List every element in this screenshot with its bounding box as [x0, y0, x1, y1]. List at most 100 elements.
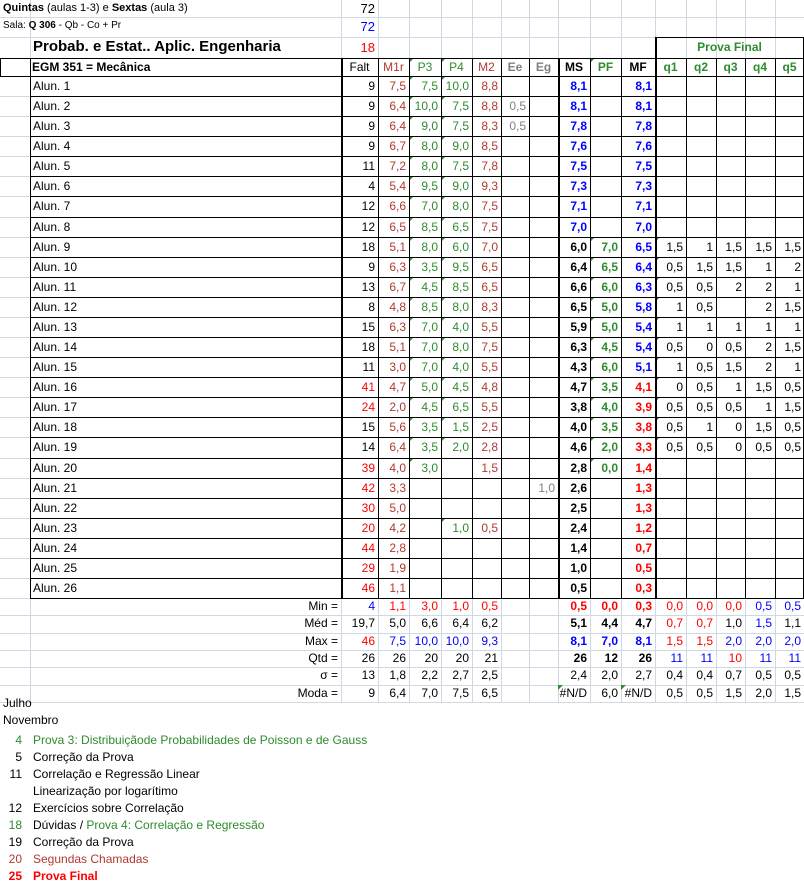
- m1r-cell[interactable]: 1,1: [378, 578, 409, 598]
- absences-cell[interactable]: 9: [341, 116, 378, 136]
- column-header-ms[interactable]: MS: [558, 58, 590, 76]
- stat-pf[interactable]: 0,0: [590, 598, 621, 615]
- eg-cell[interactable]: [529, 518, 558, 538]
- p4-cell[interactable]: 4,5: [441, 377, 472, 397]
- p4-cell[interactable]: [441, 498, 472, 518]
- column-header-q1[interactable]: q1: [655, 58, 686, 76]
- q4-cell[interactable]: 1,5: [745, 237, 775, 257]
- q1-cell[interactable]: [655, 558, 686, 578]
- q4-cell[interactable]: 1: [745, 257, 775, 277]
- column-header-p4[interactable]: P4: [441, 58, 472, 76]
- mf-cell[interactable]: 4,1: [621, 377, 655, 397]
- stat-m1r[interactable]: 1,1: [378, 598, 409, 615]
- ms-cell[interactable]: 7,3: [558, 176, 590, 196]
- column-header-falt[interactable]: Falt: [341, 58, 378, 76]
- stat-q2[interactable]: 0,4: [686, 667, 716, 684]
- stat-m2[interactable]: 2,5: [472, 667, 501, 684]
- q4-cell[interactable]: [745, 116, 775, 136]
- column-header-pf[interactable]: PF: [590, 58, 621, 76]
- pf-cell[interactable]: 4,5: [590, 337, 621, 357]
- column-header-eg[interactable]: Eg: [529, 58, 558, 76]
- ee-cell[interactable]: [501, 277, 529, 297]
- q2-cell[interactable]: [686, 156, 716, 176]
- ee-cell[interactable]: [501, 578, 529, 598]
- m1r-cell[interactable]: 4,8: [378, 297, 409, 317]
- q4-cell[interactable]: [745, 498, 775, 518]
- stat-label[interactable]: Min =: [30, 598, 341, 615]
- mf-cell[interactable]: 0,5: [621, 558, 655, 578]
- q3-cell[interactable]: [716, 76, 745, 96]
- ms-cell[interactable]: 6,5: [558, 297, 590, 317]
- stat-m1r[interactable]: 7,5: [378, 633, 409, 650]
- ee-cell[interactable]: [501, 478, 529, 498]
- q2-cell[interactable]: [686, 96, 716, 116]
- q3-cell[interactable]: [716, 498, 745, 518]
- absences-cell[interactable]: 11: [341, 156, 378, 176]
- stat-q5[interactable]: 11: [775, 650, 804, 667]
- pf-cell[interactable]: [590, 156, 621, 176]
- stat-q4[interactable]: 11: [745, 650, 775, 667]
- ms-cell[interactable]: 6,4: [558, 257, 590, 277]
- stat-q3[interactable]: 0,7: [716, 667, 745, 684]
- stat-mf[interactable]: 0,3: [621, 598, 655, 615]
- stat-p3[interactable]: 2,2: [409, 667, 441, 684]
- stat-m2[interactable]: 9,3: [472, 633, 501, 650]
- spreadsheet[interactable]: Quintas (aulas 1-3) e Sextas (aula 3) 72 S…: [0, 0, 804, 886]
- m1r-cell[interactable]: 6,3: [378, 257, 409, 277]
- m1r-cell[interactable]: 4,2: [378, 518, 409, 538]
- q2-cell[interactable]: 1: [686, 417, 716, 437]
- schedule-day[interactable]: 20: [0, 852, 22, 866]
- stat-p4[interactable]: 10,0: [441, 633, 472, 650]
- eg-cell[interactable]: [529, 237, 558, 257]
- stat-q5[interactable]: 2,0: [775, 633, 804, 650]
- q3-cell[interactable]: [716, 578, 745, 598]
- q5-cell[interactable]: [775, 76, 804, 96]
- m2-cell[interactable]: 2,8: [472, 437, 501, 457]
- p4-cell[interactable]: [441, 538, 472, 558]
- p3-cell[interactable]: 3,5: [409, 417, 441, 437]
- stat-ms[interactable]: 0,5: [558, 598, 590, 615]
- p4-cell[interactable]: 8,0: [441, 337, 472, 357]
- m1r-cell[interactable]: 7,5: [378, 76, 409, 96]
- q5-cell[interactable]: 0,5: [775, 437, 804, 457]
- pf-cell[interactable]: 7,0: [590, 236, 621, 257]
- ms-cell[interactable]: 4,3: [558, 357, 590, 377]
- absences-cell[interactable]: 29: [341, 558, 378, 578]
- q4-cell[interactable]: [745, 518, 775, 538]
- stat-q1[interactable]: 0,7: [655, 615, 686, 632]
- stat-p4[interactable]: 20: [441, 650, 472, 667]
- ee-cell[interactable]: [501, 558, 529, 578]
- q1-cell[interactable]: [655, 458, 686, 478]
- q3-cell[interactable]: [716, 116, 745, 136]
- q5-cell[interactable]: [775, 478, 804, 498]
- m2-cell[interactable]: 5,5: [472, 357, 501, 377]
- stat-q5[interactable]: 0,5: [775, 598, 804, 615]
- pf-cell[interactable]: 6,0: [590, 276, 621, 297]
- mf-cell[interactable]: 1,3: [621, 498, 655, 518]
- q2-cell[interactable]: 0,5: [686, 397, 716, 417]
- m1r-cell[interactable]: 6,7: [378, 136, 409, 156]
- q1-cell[interactable]: 0: [655, 377, 686, 397]
- pf-cell[interactable]: [590, 538, 621, 558]
- p4-cell[interactable]: 1,5: [441, 417, 472, 437]
- absences-cell[interactable]: 9: [341, 76, 378, 96]
- stat-absences[interactable]: 46: [341, 633, 378, 650]
- absences-cell[interactable]: 41: [341, 377, 378, 397]
- m2-cell[interactable]: 6,5: [472, 257, 501, 277]
- student-name[interactable]: Alun. 15: [30, 357, 341, 377]
- mf-cell[interactable]: 3,3: [621, 437, 655, 457]
- stat-q1[interactable]: 0,5: [655, 685, 686, 702]
- absences-cell[interactable]: 42: [341, 478, 378, 498]
- eg-cell[interactable]: [529, 297, 558, 317]
- q1-cell[interactable]: 1: [655, 296, 686, 317]
- mf-cell[interactable]: 5,4: [621, 337, 655, 357]
- m1r-cell[interactable]: 6,6: [378, 196, 409, 216]
- q2-cell[interactable]: 0,5: [686, 357, 716, 377]
- stat-q2[interactable]: 0,7: [686, 615, 716, 632]
- stat-m2[interactable]: 6,5: [472, 685, 501, 702]
- q5-cell[interactable]: [775, 498, 804, 518]
- pf-cell[interactable]: 4,0: [590, 397, 621, 417]
- p3-cell[interactable]: [409, 558, 441, 578]
- student-name[interactable]: Alun. 4: [30, 136, 341, 156]
- q2-cell[interactable]: [686, 558, 716, 578]
